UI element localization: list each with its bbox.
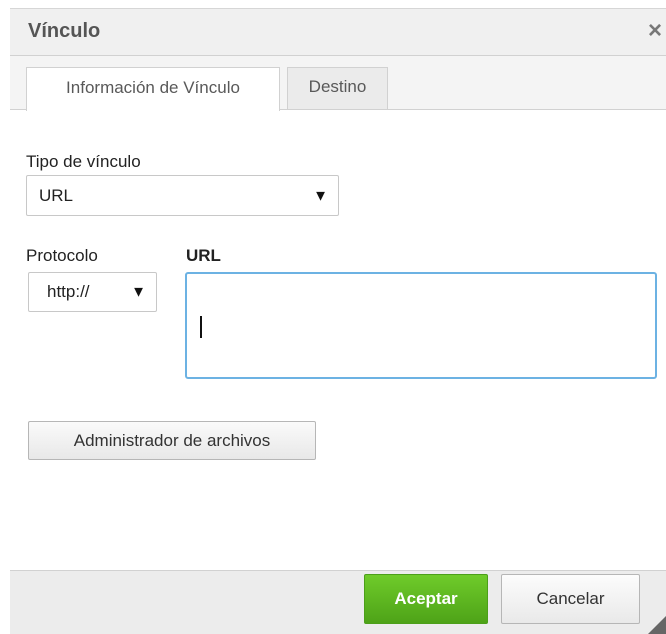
file-browser-button[interactable]: Administrador de archivos — [28, 421, 316, 460]
link-type-label: Tipo de vínculo — [26, 152, 141, 171]
protocol-select[interactable]: http:// ▼ — [28, 272, 157, 312]
text-caret — [200, 316, 202, 338]
url-label: URL — [186, 246, 221, 265]
ok-button[interactable]: Aceptar — [364, 574, 488, 624]
chevron-down-icon: ▼ — [131, 283, 146, 301]
protocol-value: http:// — [47, 282, 90, 301]
tab-bar: Información de Vínculo Destino — [10, 56, 666, 111]
protocol-label: Protocolo — [26, 246, 98, 265]
link-dialog: Vínculo × Información de Vínculo Destino… — [0, 0, 666, 634]
url-input[interactable] — [185, 272, 657, 379]
close-icon[interactable]: × — [648, 18, 662, 44]
chevron-down-icon: ▼ — [313, 187, 328, 204]
tab-link-info[interactable]: Información de Vínculo — [26, 67, 280, 111]
cancel-button[interactable]: Cancelar — [501, 574, 640, 624]
link-type-select[interactable]: URL ▼ — [26, 175, 339, 216]
link-type-value: URL — [39, 185, 74, 205]
dialog-title: Vínculo — [28, 20, 101, 42]
resize-grip-icon[interactable] — [648, 616, 666, 634]
tab-target[interactable]: Destino — [287, 67, 388, 109]
dialog-titlebar[interactable]: Vínculo × — [10, 8, 666, 56]
